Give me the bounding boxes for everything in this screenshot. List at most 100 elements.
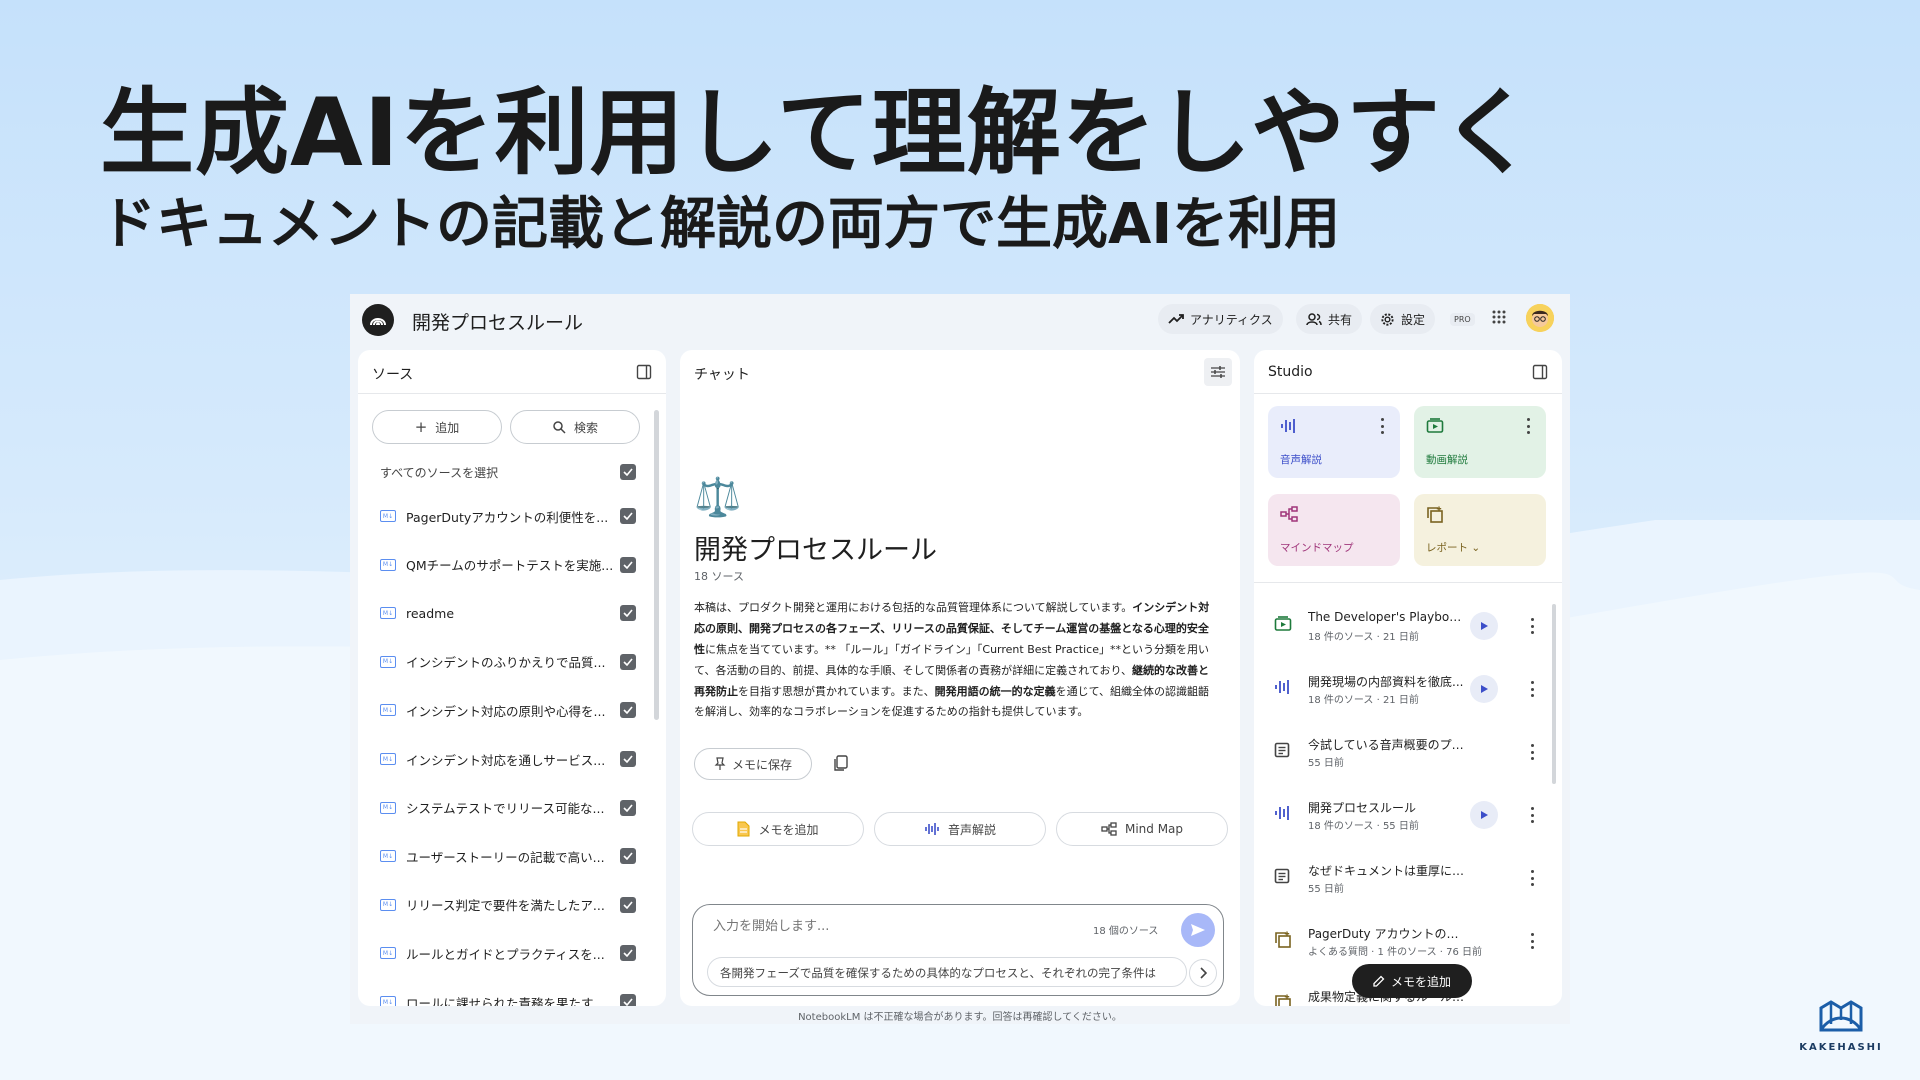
source-checkbox[interactable] (620, 945, 636, 962)
chevron-right-icon (1200, 967, 1207, 979)
markdown-file-icon: M↓ (380, 655, 396, 668)
add-source-button[interactable]: + 追加 (372, 410, 502, 444)
source-item[interactable]: M↓ システムテストでリリース可能な... (380, 798, 650, 818)
play-button[interactable] (1470, 675, 1498, 703)
studio-note-item[interactable]: PagerDuty アカウントのベスト... よくある質問 · 1 件のソース ·… (1268, 923, 1548, 969)
chevron-down-icon[interactable]: ⌄ (1471, 542, 1480, 554)
play-button[interactable] (1470, 612, 1498, 640)
studio-note-item[interactable]: 開発プロセスルール 18 件のソース · 55 日前 (1268, 797, 1548, 843)
settings-button[interactable]: 設定 (1370, 304, 1436, 334)
more-options-icon[interactable] (1530, 807, 1534, 823)
more-options-icon[interactable] (1530, 681, 1534, 697)
studio-note-item[interactable]: なぜドキュメントは重厚に感じる... 55 日前 (1268, 860, 1548, 906)
more-options-icon[interactable] (1530, 933, 1534, 949)
more-options-icon[interactable] (1530, 744, 1534, 760)
sources-panel: ソース + 追加 検索 すべてのソースを選択 M↓ PagerDutyアカウントの… (358, 350, 666, 1006)
sources-scrollbar[interactable] (654, 410, 659, 720)
source-checkbox[interactable] (620, 799, 636, 816)
source-item[interactable]: M↓ インシデントのふりかえりで品質... (380, 652, 650, 672)
markdown-file-icon: M↓ (380, 753, 396, 765)
studio-note-item[interactable]: 今試している音声概要のプロンプ... 55 日前 (1268, 734, 1548, 780)
chat-settings-icon[interactable] (1204, 358, 1232, 386)
source-checkbox[interactable] (620, 994, 636, 1006)
source-checkbox[interactable] (620, 605, 636, 622)
more-options-icon[interactable] (1530, 870, 1534, 886)
note-title: 開発現場の内部資料を徹底... (1308, 675, 1464, 689)
plus-icon: + (414, 418, 428, 436)
notebook-title[interactable]: 開発プロセスルール (412, 308, 583, 335)
markdown-file-icon: M↓ (380, 898, 396, 911)
source-item[interactable]: M↓ ユーザーストーリーの記載で高い... (380, 846, 650, 866)
markdown-file-icon: M↓ (380, 510, 396, 522)
studio-panel: Studio 音声解説 動画解説 マインドマップ レポート ⌄ The Develop… (1254, 350, 1562, 1006)
source-item[interactable]: M↓ PagerDutyアカウントの利便性を... (380, 506, 650, 526)
chat-input[interactable] (713, 919, 1033, 934)
next-suggestion-button[interactable] (1189, 959, 1217, 987)
pin-icon (714, 757, 726, 770)
studio-card-label: 音声解説 (1280, 454, 1322, 466)
play-button[interactable] (1470, 801, 1498, 829)
studio-note-item[interactable]: 開発現場の内部資料を徹底... 18 件のソース · 21 日前 (1268, 671, 1548, 717)
mind-map-suggestion[interactable]: Mind Map (1056, 812, 1228, 846)
note-title: なぜドキュメントは重厚に感じる... (1308, 864, 1466, 878)
source-checkbox[interactable] (620, 896, 636, 913)
audio-wave-icon (925, 823, 939, 835)
send-button[interactable] (1181, 913, 1215, 947)
copy-icon[interactable] (832, 754, 850, 772)
studio-card[interactable]: 動画解説 (1414, 406, 1546, 478)
source-checkbox[interactable] (620, 751, 636, 767)
more-options-icon[interactable] (1526, 418, 1530, 434)
play-icon (1480, 811, 1488, 819)
analytics-button[interactable]: アナリティクス (1158, 304, 1283, 334)
save-to-memo-button[interactable]: メモに保存 (694, 748, 812, 780)
chat-header: チャット (680, 350, 1240, 394)
send-icon (1191, 924, 1205, 936)
avatar[interactable] (1526, 304, 1554, 332)
markdown-file-icon: M↓ (380, 704, 396, 717)
source-checkbox[interactable] (620, 653, 636, 670)
source-count: 18 ソース (694, 570, 744, 583)
collapse-panel-icon[interactable] (632, 360, 656, 384)
markdown-file-icon: M↓ (380, 947, 396, 960)
source-item-label: ロールに課せられた責務を果たす (406, 995, 594, 1007)
top-bar: 開発プロセスルール アナリティクス 共有 設定 PRO (350, 294, 1570, 350)
suggested-question[interactable]: 各開発フェーズで品質を確保するための具体的なプロセスと、それぞれの完了条件は (707, 957, 1187, 987)
source-checkbox[interactable] (620, 848, 636, 865)
notebook-summary: 本稿は、プロダクト開発と運用における包括的な品質管理体系について解説しています。… (694, 598, 1214, 723)
apps-grid-icon[interactable] (1492, 310, 1506, 324)
source-item-label: インシデント対応の原則や心得を... (406, 703, 606, 719)
audio-overview-suggestion[interactable]: 音声解説 (874, 812, 1046, 846)
source-item[interactable]: M↓ QMチームのサポートテストを実施... (380, 555, 650, 575)
collapse-studio-icon[interactable] (1528, 360, 1552, 384)
markdown-file-icon: M↓ (380, 558, 396, 571)
studio-card[interactable]: レポート ⌄ (1414, 494, 1546, 566)
select-all-checkbox[interactable] (620, 464, 636, 480)
source-item[interactable]: M↓ ロールに課せられた責務を果たす (380, 992, 650, 1006)
analytics-label: アナリティクス (1190, 312, 1273, 327)
source-checkbox[interactable] (620, 556, 636, 573)
source-item[interactable]: M↓ リリース判定で要件を満たしたア... (380, 895, 650, 915)
source-item[interactable]: M↓ インシデント対応の原則や心得を... (380, 700, 650, 720)
play-icon (1480, 685, 1488, 693)
more-options-icon[interactable] (1530, 618, 1534, 634)
add-memo-suggestion[interactable]: メモを追加 (692, 812, 864, 846)
notebooklm-logo-icon[interactable] (362, 304, 394, 336)
share-button[interactable]: 共有 (1296, 304, 1363, 334)
source-checkbox[interactable] (620, 702, 636, 719)
source-item-label: readme (406, 605, 455, 621)
source-item[interactable]: M↓ インシデント対応を通しサービス... (380, 749, 650, 769)
search-source-button[interactable]: 検索 (510, 410, 640, 444)
brand-name: KAKEHASHI (1799, 1042, 1883, 1053)
studio-note-item[interactable]: The Developer's Playbook... 18 件のソース · 21… (1268, 608, 1548, 654)
source-item[interactable]: M↓ ルールとガイドとプラクティスを... (380, 943, 650, 963)
add-note-button[interactable]: メモを追加 (1352, 964, 1472, 998)
source-checkbox[interactable] (620, 508, 636, 524)
source-item[interactable]: M↓ readme (380, 603, 650, 623)
studio-scrollbar[interactable] (1552, 604, 1556, 784)
chat-panel: チャット ⚖️ 開発プロセスルール 18 ソース 本稿は、プロダクト開発と運用に… (680, 350, 1240, 1006)
studio-card[interactable]: 音声解説 (1268, 406, 1400, 478)
more-options-icon[interactable] (1380, 418, 1384, 434)
settings-label: 設定 (1401, 312, 1426, 327)
hero-subtitle: ドキュメントの記載と解説の両方で生成AIを利用 (100, 192, 1341, 258)
studio-card[interactable]: マインドマップ (1268, 494, 1400, 566)
